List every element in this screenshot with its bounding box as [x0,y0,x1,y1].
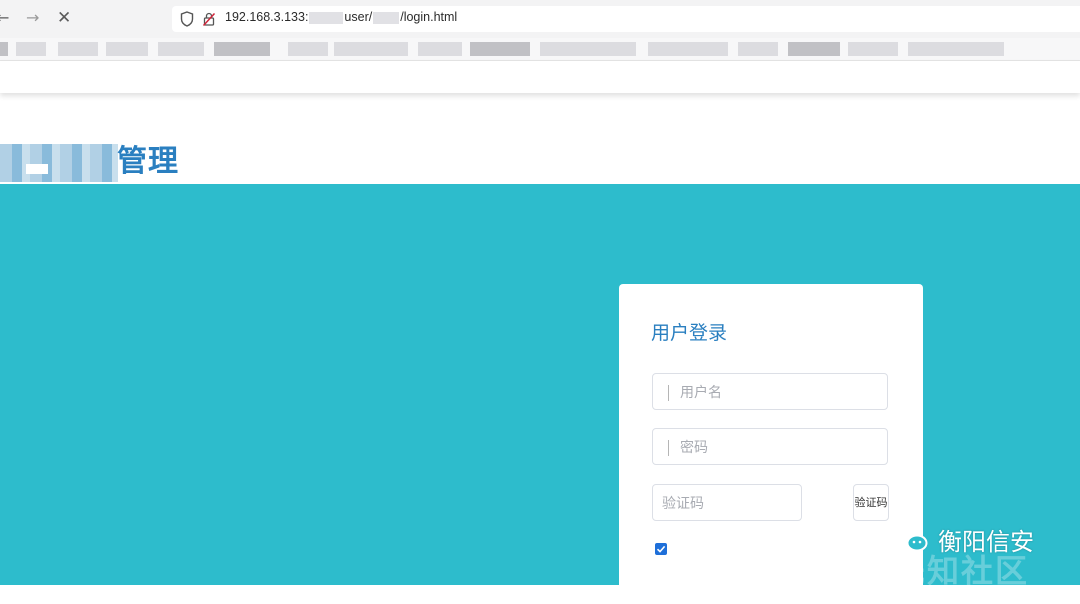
bookmark-item[interactable] [16,42,46,56]
url-path-end: /login.html [400,10,458,24]
login-title: 用户登录 [651,322,728,344]
bookmark-item[interactable] [214,42,270,56]
bookmark-item[interactable] [288,42,328,56]
checkmark-icon [656,545,666,553]
bookmark-item[interactable] [648,42,728,56]
wechat-icon [894,525,928,552]
captcha-image-button[interactable]: 验证码 [853,484,889,521]
bookmarks-bar [0,38,1080,60]
bookmark-item[interactable] [908,42,1004,56]
url-redacted-segment [309,11,344,24]
password-placeholder: 密码 [680,440,708,456]
site-logo: 管理 [0,140,190,184]
bookmark-item[interactable] [738,42,778,56]
logo-redacted-area [0,144,118,182]
bookmark-item[interactable] [418,42,462,56]
captcha-placeholder: 验证码 [662,496,704,512]
browser-toolbar: ← → ✕ 192.168.3.133: user/ /login.html [0,0,1080,38]
logo-text: 管理 [117,144,179,179]
shield-icon[interactable] [180,11,194,27]
input-prefix-divider [668,440,669,456]
input-prefix-divider [668,385,669,401]
url-host: 192.168.3.133: [225,10,309,24]
username-placeholder: 用户名 [680,385,722,401]
url-text: 192.168.3.133: user/ /login.html [225,10,457,24]
lock-icon[interactable] [202,11,216,27]
url-path-mid: user/ [344,10,373,24]
password-input[interactable]: 密码 [652,428,888,465]
page-header [0,61,1080,93]
watermark: 先知社区 衡阳信安 [893,520,1080,590]
bookmark-item[interactable] [106,42,148,56]
bookmark-item[interactable] [540,42,636,56]
bookmark-item[interactable] [158,42,204,56]
address-bar[interactable]: 192.168.3.133: user/ /login.html [172,6,1080,32]
watermark-text: 衡阳信安 [938,528,1034,556]
username-input[interactable]: 用户名 [652,373,888,410]
bookmark-item[interactable] [334,42,408,56]
url-redacted-segment [373,11,400,24]
bookmark-item[interactable] [58,42,98,56]
bookmark-item[interactable] [788,42,840,56]
back-button[interactable]: ← [0,8,9,28]
remember-checkbox[interactable] [655,543,667,555]
login-card: 用户登录 用户名 密码 验证码 验证码 [619,284,923,604]
bookmark-item[interactable] [470,42,530,56]
captcha-input[interactable]: 验证码 [652,484,802,521]
stop-loading-button[interactable]: ✕ [57,8,71,28]
bookmark-item[interactable] [0,42,8,56]
bookmark-item[interactable] [848,42,898,56]
forward-button[interactable]: → [26,8,39,28]
